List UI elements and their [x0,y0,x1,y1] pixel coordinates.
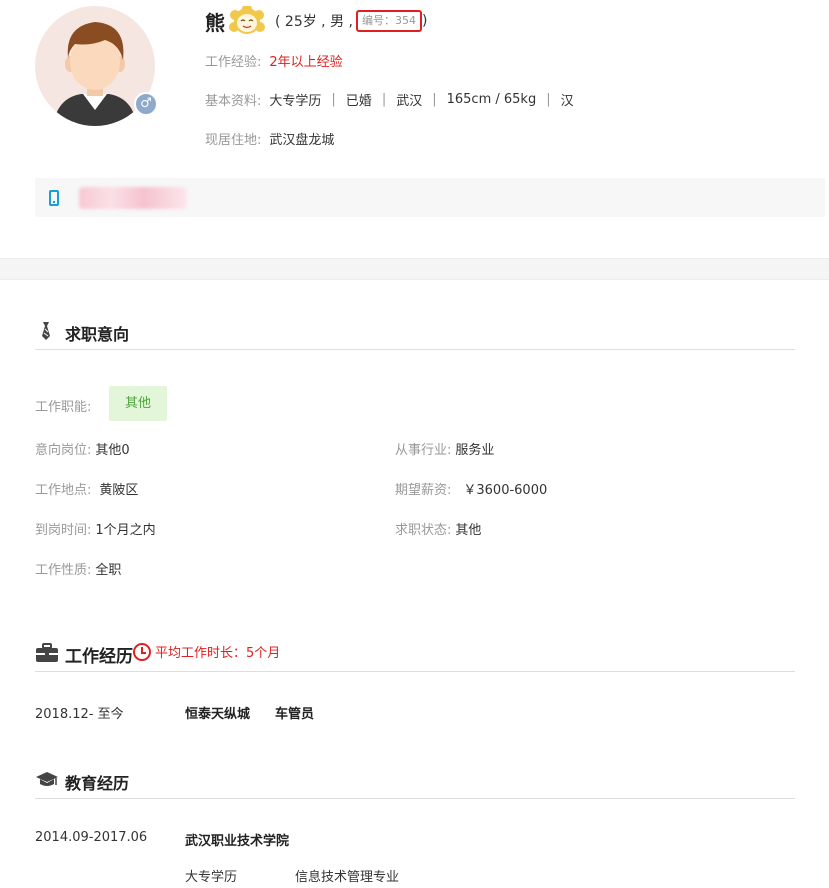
section-divider [0,258,829,280]
residence-label: 现居住地: [205,133,262,148]
separator: | [331,92,336,107]
basic-height-weight: 165cm / 65kg [446,92,537,107]
work-location-label: 工作地点: [35,483,92,498]
arrival-time-field: 到岗时间: 1个月之内 [35,519,156,538]
target-position-field: 意向岗位: 其他0 [35,439,130,458]
work-nature-label: 工作性质: [35,563,92,578]
salary-value: ￥3600-6000 [463,483,548,498]
job-function-tag: 其他 [109,386,167,421]
job-status-value: 其他 [455,523,482,538]
experience-label: 工作经验: [205,55,262,70]
target-position-label: 意向岗位: [35,443,92,458]
industry-value: 服务业 [455,443,495,458]
separator: | [381,92,387,107]
residence-value: 武汉盘龙城 [269,133,335,148]
basic-education: 大专学历 [269,94,322,109]
work-location-field: 工作地点: 黄陂区 [35,479,138,498]
education-major: 信息技术管理专业 [295,870,400,885]
job-function-label: 工作职能: [35,400,92,415]
work-experience-title: 工作经历 [65,647,133,667]
work-position: 车管员 [275,707,315,722]
basic-ethnicity: 汉 [560,94,574,109]
education-header: 教育经历 [35,765,795,799]
work-nature-value: 全职 [95,563,122,578]
work-location-value: 黄陂区 [99,483,139,498]
candidate-id-badge: 编号：354 [355,10,422,32]
job-intention-header: 求职意向 [35,316,795,350]
phone-icon [49,190,59,206]
salary-field: 期望薪资: ￥3600-6000 [395,479,547,498]
job-status-field: 求职状态: 其他 [395,519,481,538]
work-period: 2018.12- 至今 [35,707,124,722]
target-position-value: 其他0 [95,443,130,458]
residence-row: 现居住地: 武汉盘龙城 [205,129,334,148]
separator: | [432,92,437,107]
name-line: 熊 ( 25岁 , 男 , 编号：354 ) [205,4,428,36]
tie-icon [35,320,57,342]
work-nature-field: 工作性质: 全职 [35,559,121,578]
experience-row: 工作经验: 2年以上经验 [205,51,343,70]
basic-info-row: 基本资料: 大专学历 | 已婚 | 武汉 | 165cm / 65kg | 汉 [205,90,574,109]
phone-number-masked [79,187,187,209]
arrival-time-label: 到岗时间: [35,523,92,538]
briefcase-icon [35,642,58,664]
candidate-name: 熊 [205,10,225,35]
arrival-time-value: 1个月之内 [95,523,156,538]
industry-label: 从事行业: [395,443,452,458]
education-title: 教育经历 [65,774,130,793]
smiley-sticker-icon [227,4,267,36]
education-school: 武汉职业技术学院 [185,834,290,849]
work-company: 恒泰天纵城 [185,707,251,722]
phone-contact-bar[interactable] [35,178,825,217]
salary-label: 期望薪资: [395,483,452,498]
male-icon: ♂ [134,92,158,116]
graduation-cap-icon [35,769,58,791]
job-function-field: 工作职能: [35,396,91,415]
basic-city: 武汉 [396,94,423,109]
education-degree: 大专学历 [185,870,238,885]
clock-icon [133,642,151,661]
job-status-label: 求职状态: [395,523,452,538]
basic-info-label: 基本资料: [205,94,262,109]
age-gender-meta: ( 25岁 , 男 , [275,14,353,30]
basic-marital: 已婚 [345,94,372,109]
profile-header: ♂ 熊 ( 25岁 , 男 , 编号：354 ) 工作经验: 2年以上经验 基本… [0,0,829,258]
education-period: 2014.09-2017.06 [35,830,148,845]
job-intention-title: 求职意向 [65,325,130,344]
industry-field: 从事行业: 服务业 [395,439,494,458]
avg-duration: 平均工作时长：5个月 [133,642,280,661]
separator: | [546,92,551,107]
avg-duration-text: 平均工作时长：5个月 [155,646,281,661]
meta-close: ) [421,13,428,29]
experience-value: 2年以上经验 [269,55,343,70]
avatar: ♂ [35,6,158,126]
